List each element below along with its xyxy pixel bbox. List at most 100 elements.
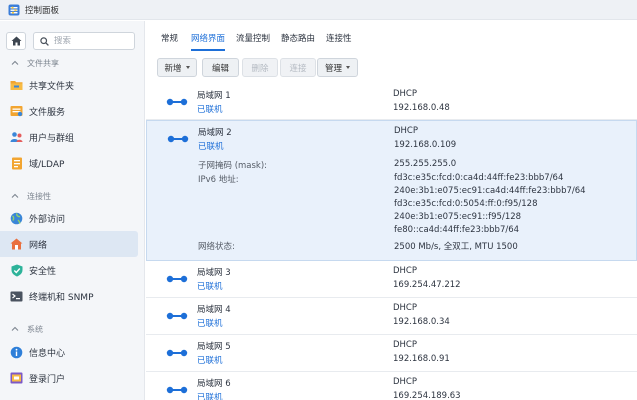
manage-button[interactable]: 管理 bbox=[317, 58, 358, 77]
house-network-icon bbox=[10, 238, 23, 251]
terminal-icon bbox=[10, 290, 23, 303]
delete-button[interactable]: 删除 bbox=[242, 58, 278, 77]
interface-mode: DHCP bbox=[393, 266, 417, 276]
ipv6-address: fd3c:e35c:fcd:0:5054:ff:0:f95/128 bbox=[394, 199, 538, 209]
interface-mode: DHCP bbox=[393, 303, 417, 313]
edit-button[interactable]: 编辑 bbox=[202, 58, 239, 77]
chevron-up-icon bbox=[11, 193, 19, 198]
sidebar-item-label: 信息中心 bbox=[29, 348, 66, 359]
tab-connectivity[interactable]: 连接性 bbox=[326, 32, 352, 49]
sidebar-item-login-portal[interactable]: 登录门户 bbox=[0, 365, 138, 391]
tab-general[interactable]: 常规 bbox=[161, 32, 178, 49]
sidebar-item-label: 网络 bbox=[29, 240, 48, 251]
interface-mode: DHCP bbox=[393, 89, 417, 99]
connect-button[interactable]: 连接 bbox=[280, 58, 316, 77]
sidebar-item-label: 文件服务 bbox=[29, 107, 66, 118]
ipv6-address: fe80::ca4d:44ff:fe23:bbb7/64 bbox=[394, 225, 520, 235]
lan-connected-icon bbox=[166, 312, 188, 320]
control-panel-icon bbox=[8, 4, 20, 16]
caret-down-icon bbox=[346, 66, 350, 69]
search-icon bbox=[40, 36, 49, 46]
ipv6-address: 240e:3b1:e075:ec91:ca4d:44ff:fe23:bbb7/6… bbox=[394, 186, 586, 196]
sidebar: 文件共享 共享文件夹 文件服务 用户与群组 域/LDAP 连接性 外部访问 网络… bbox=[0, 21, 145, 400]
sidebar-item-users-groups[interactable]: 用户与群组 bbox=[0, 124, 138, 150]
portal-icon bbox=[10, 372, 23, 385]
interface-row-lan1[interactable]: 局域网 1 已联机 DHCP 192.168.0.48 bbox=[146, 84, 637, 120]
interface-name: 局域网 1 bbox=[197, 91, 231, 101]
tab-traffic-control[interactable]: 流量控制 bbox=[236, 32, 270, 49]
lan-connected-icon bbox=[166, 275, 188, 283]
interface-row-lan3[interactable]: 局域网 3 已联机 DHCP 169.254.47.212 bbox=[146, 261, 637, 298]
interface-mode: DHCP bbox=[393, 377, 417, 387]
main-panel: 常规 网络界面 流量控制 静态路由 连接性 新增 编辑 删除 连接 管理 局域网… bbox=[146, 21, 637, 400]
chevron-up-icon bbox=[11, 60, 19, 65]
interface-status: 已联机 bbox=[197, 319, 223, 329]
lan-connected-icon bbox=[167, 135, 189, 143]
sidebar-item-info-center[interactable]: 信息中心 bbox=[0, 339, 138, 365]
sidebar-item-external-access[interactable]: 外部访问 bbox=[0, 205, 138, 231]
section-system[interactable]: 系统 bbox=[0, 321, 145, 337]
lan-connected-icon bbox=[166, 349, 188, 357]
sidebar-item-label: 安全性 bbox=[29, 266, 57, 277]
sidebar-item-terminal-snmp[interactable]: 终端机和 SNMP bbox=[0, 283, 138, 309]
caret-down-icon bbox=[185, 66, 190, 69]
ipv6-address: 240e:3b1:e075:ec91::f95/128 bbox=[394, 212, 522, 222]
sidebar-item-label: 共享文件夹 bbox=[29, 81, 75, 92]
home-button[interactable] bbox=[6, 32, 26, 50]
folder-icon bbox=[10, 79, 23, 92]
search-input[interactable] bbox=[54, 36, 134, 46]
chevron-up-icon bbox=[11, 326, 19, 331]
sidebar-item-domain-ldap[interactable]: 域/LDAP bbox=[0, 150, 138, 176]
users-icon bbox=[10, 131, 23, 144]
sidebar-item-shared-folder[interactable]: 共享文件夹 bbox=[0, 72, 138, 98]
sidebar-item-file-services[interactable]: 文件服务 bbox=[0, 98, 138, 124]
sidebar-item-label: 终端机和 SNMP bbox=[29, 292, 94, 303]
sidebar-item-security[interactable]: 安全性 bbox=[0, 257, 138, 283]
globe-icon bbox=[10, 212, 23, 225]
interface-mode: DHCP bbox=[393, 340, 417, 350]
section-label: 文件共享 bbox=[27, 58, 59, 68]
window-titlebar: 控制面板 bbox=[0, 0, 637, 20]
tab-static-route[interactable]: 静态路由 bbox=[281, 32, 315, 49]
interface-row-lan5[interactable]: 局域网 5 已联机 DHCP 192.168.0.91 bbox=[146, 335, 637, 372]
ipv6-label: IPv6 地址: bbox=[198, 175, 239, 185]
tab-network-interface[interactable]: 网络界面 bbox=[191, 32, 226, 51]
interface-status: 已联机 bbox=[197, 393, 223, 400]
interface-name: 局域网 3 bbox=[197, 268, 231, 278]
create-label: 新增 bbox=[164, 63, 182, 74]
shield-icon bbox=[10, 264, 23, 277]
create-button[interactable]: 新增 bbox=[157, 58, 197, 77]
section-file-sharing[interactable]: 文件共享 bbox=[0, 55, 145, 71]
sidebar-item-network[interactable]: 网络 bbox=[0, 231, 138, 257]
toolbar: 新增 编辑 删除 连接 管理 bbox=[146, 58, 637, 78]
section-label: 系统 bbox=[27, 324, 43, 334]
sidebar-item-label: 域/LDAP bbox=[29, 159, 65, 170]
sidebar-item-label: 用户与群组 bbox=[29, 133, 75, 144]
search-box[interactable] bbox=[33, 32, 135, 50]
home-icon bbox=[11, 36, 21, 46]
interface-name: 局域网 4 bbox=[197, 305, 231, 315]
window-title: 控制面板 bbox=[25, 5, 60, 16]
sidebar-item-label: 外部访问 bbox=[29, 214, 66, 225]
ipv6-address: fd3c:e35c:fcd:0:ca4d:44ff:fe23:bbb7/64 bbox=[394, 173, 564, 183]
sidebar-item-label: 登录门户 bbox=[29, 374, 66, 385]
interface-ip: 192.168.0.91 bbox=[393, 354, 450, 364]
file-services-icon bbox=[10, 105, 23, 118]
interface-ip: 192.168.0.34 bbox=[393, 317, 450, 327]
interface-row-lan2[interactable]: 局域网 2 已联机 DHCP 192.168.0.109 子网掩码 (mask)… bbox=[146, 120, 637, 261]
interface-name: 局域网 6 bbox=[197, 379, 231, 389]
lan-connected-icon bbox=[166, 386, 188, 394]
section-connectivity[interactable]: 连接性 bbox=[0, 188, 145, 204]
subnet-mask-value: 255.255.255.0 bbox=[394, 159, 457, 169]
interface-status: 已联机 bbox=[198, 142, 224, 152]
connect-label: 连接 bbox=[289, 63, 307, 74]
interface-name: 局域网 2 bbox=[198, 128, 232, 138]
interface-name: 局域网 5 bbox=[197, 342, 231, 352]
info-icon bbox=[10, 346, 23, 359]
interface-row-lan4[interactable]: 局域网 4 已联机 DHCP 192.168.0.34 bbox=[146, 298, 637, 335]
interface-ip: 169.254.47.212 bbox=[393, 280, 461, 290]
delete-label: 删除 bbox=[251, 63, 269, 74]
interface-row-lan6[interactable]: 局域网 6 已联机 DHCP 169.254.189.63 bbox=[146, 372, 637, 400]
network-status-value: 2500 Mb/s, 全双工, MTU 1500 bbox=[394, 242, 518, 252]
edit-label: 编辑 bbox=[211, 63, 229, 74]
